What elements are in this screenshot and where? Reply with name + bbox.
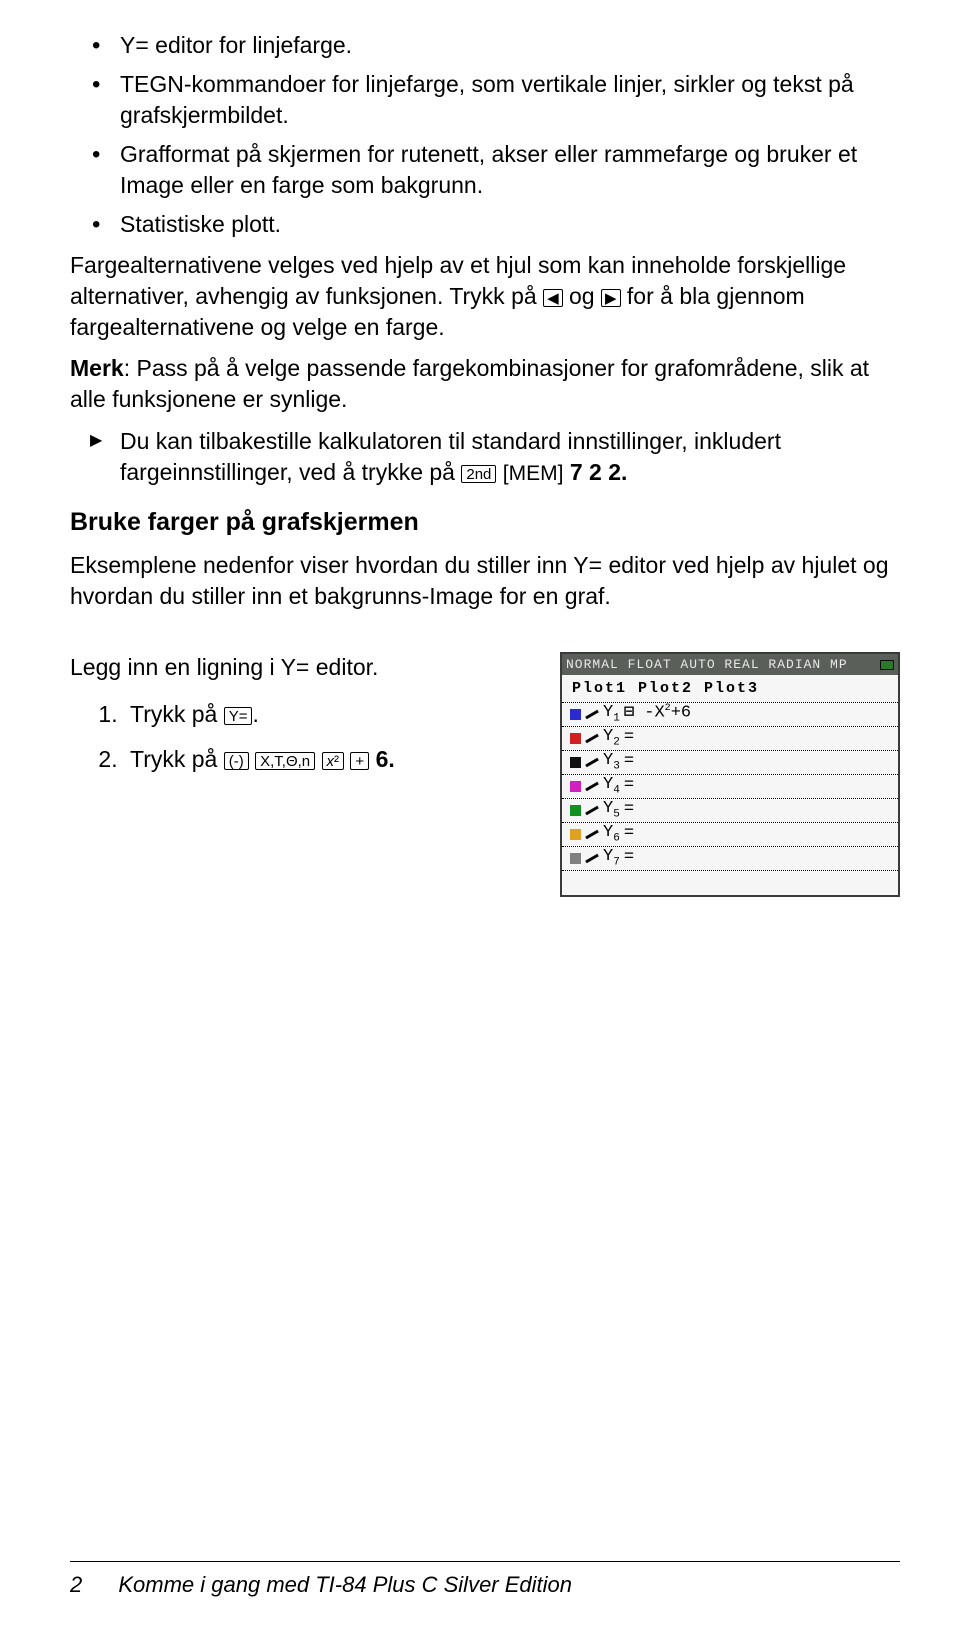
function-label: Y4 (603, 774, 620, 798)
page-footer: 2 Komme i gang med TI-84 Plus C Silver E… (70, 1561, 900, 1600)
bullet-item: Statistiske plott. (120, 209, 900, 240)
calc-function-row: Y4= (562, 775, 898, 799)
function-expression: = (624, 775, 634, 798)
line-style-icon (585, 709, 599, 719)
step-item: Trykk på (-) X,T,Θ,n x² + 6. (124, 744, 530, 775)
function-label: Y5 (603, 798, 620, 822)
tip-list: Du kan tilbakestille kalkulatoren til st… (70, 426, 900, 488)
text: Trykk på (130, 746, 224, 772)
color-swatch-icon (570, 781, 581, 792)
note-label: Merk (70, 355, 124, 381)
paragraph-color-wheel: Fargealternativene velges ved hjelp av e… (70, 250, 900, 343)
section-body: Eksemplene nedenfor viser hvordan du sti… (70, 550, 900, 612)
calc-status-bar: NORMAL FLOAT AUTO REAL RADIAN MP (562, 654, 898, 676)
bullet-item: Grafformat på skjermen for rutenett, aks… (120, 139, 900, 201)
calc-function-row (562, 871, 898, 895)
calc-plot-row: Plot1 Plot2 Plot3 (562, 675, 898, 702)
right-arrow-key-icon: ▶ (601, 289, 621, 307)
left-arrow-key-icon: ◀ (543, 289, 563, 307)
text: og (563, 283, 601, 309)
line-style-icon (585, 853, 599, 863)
function-label: Y7 (603, 846, 620, 870)
calculator-screenshot: NORMAL FLOAT AUTO REAL RADIAN MP Plot1 P… (560, 652, 900, 897)
y-equals-key-icon: Y= (224, 707, 253, 725)
color-swatch-icon (570, 829, 581, 840)
section-heading: Bruke farger på grafskjermen (70, 506, 900, 540)
line-style-icon (585, 805, 599, 815)
function-expression: = (624, 847, 634, 870)
calc-mode-text: NORMAL FLOAT AUTO REAL RADIAN MP (566, 656, 848, 674)
step-list: Trykk på Y=. Trykk på (-) X,T,Θ,n x² + 6… (70, 699, 530, 775)
color-swatch-icon (570, 733, 581, 744)
bullet-list: Y= editor for linjefarge. TEGN-kommandoe… (70, 30, 900, 240)
note-text: : Pass på å velge passende fargekombinas… (70, 355, 869, 412)
color-swatch-icon (570, 709, 581, 720)
calc-function-row: Y5= (562, 799, 898, 823)
text: 6. (369, 746, 395, 772)
second-key-icon: 2nd (461, 465, 496, 483)
function-label: Y1 (603, 702, 620, 726)
line-style-icon (585, 829, 599, 839)
function-expression: = (624, 751, 634, 774)
variable-key-icon: X,T,Θ,n (255, 752, 315, 770)
calc-function-row: Y7= (562, 847, 898, 871)
function-expression: ⊟ -X2+6 (624, 702, 691, 726)
instruction-text: Legg inn en ligning i Y= editor. (70, 652, 530, 683)
calc-function-row: Y6= (562, 823, 898, 847)
negate-key-icon: (-) (224, 752, 249, 770)
calc-function-row: Y1⊟ -X2+6 (562, 703, 898, 727)
step-item: Trykk på Y=. (124, 699, 530, 730)
color-swatch-icon (570, 805, 581, 816)
line-style-icon (585, 733, 599, 743)
function-expression: = (624, 799, 634, 822)
function-label: Y3 (603, 750, 620, 774)
text: Trykk på (130, 701, 224, 727)
calc-function-row: Y3= (562, 751, 898, 775)
plus-key-icon: + (350, 752, 369, 770)
text: Du kan tilbakestille kalkulatoren til st… (120, 428, 781, 485)
note-paragraph: Merk: Pass på å velge passende fargekomb… (70, 353, 900, 415)
line-style-icon (585, 757, 599, 767)
page-number: 2 (70, 1572, 82, 1597)
line-style-icon (585, 781, 599, 791)
battery-icon (880, 660, 894, 670)
function-label: Y6 (603, 822, 620, 846)
bullet-item: TEGN-kommandoer for linjefarge, som vert… (120, 69, 900, 131)
calc-function-row: Y2= (562, 727, 898, 751)
tip-item: Du kan tilbakestille kalkulatoren til st… (120, 426, 900, 488)
function-label: Y2 (603, 726, 620, 750)
mem-key-label: [MEM] (503, 462, 564, 485)
footer-title: Komme i gang med TI-84 Plus C Silver Edi… (118, 1572, 572, 1597)
x-squared-key-icon: x² (322, 752, 345, 770)
text: . (252, 701, 258, 727)
bullet-item: Y= editor for linjefarge. (120, 30, 900, 61)
color-swatch-icon (570, 853, 581, 864)
color-swatch-icon (570, 757, 581, 768)
text: 7 2 2. (563, 459, 627, 485)
function-expression: = (624, 823, 634, 846)
function-expression: = (624, 727, 634, 750)
